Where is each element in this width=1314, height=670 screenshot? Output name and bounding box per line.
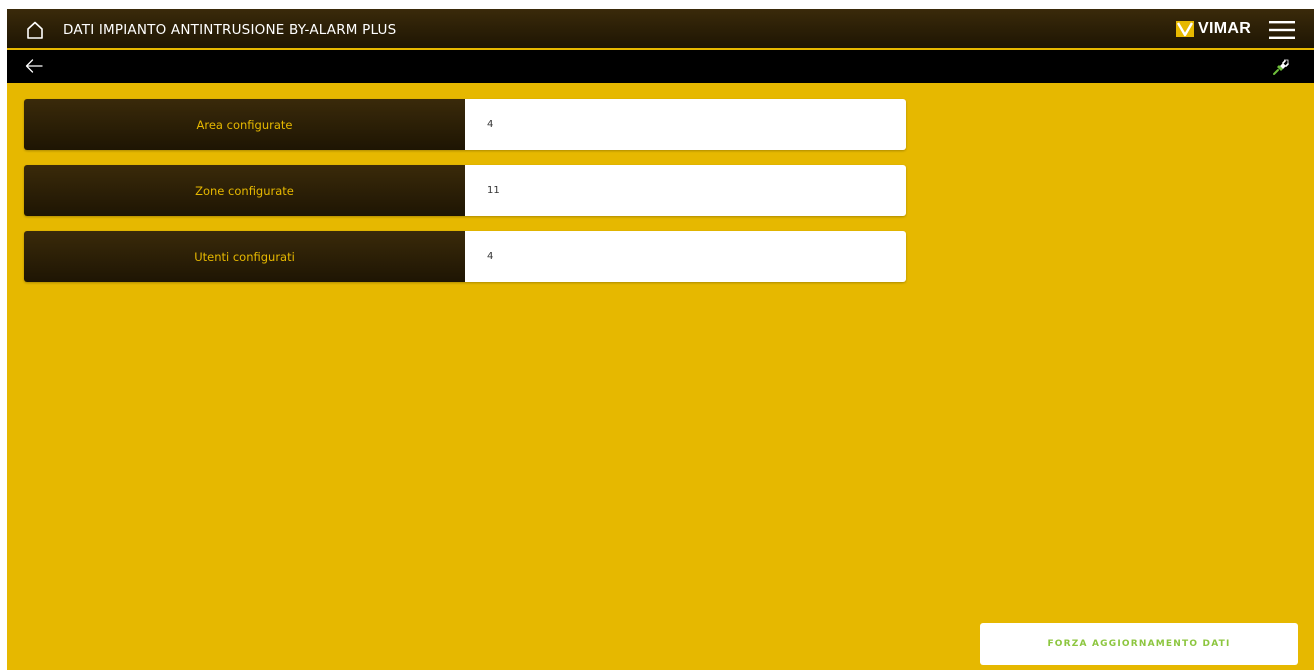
row-area-configurate: Area configurate 4 — [24, 99, 906, 150]
row-value: 4 — [465, 99, 906, 150]
hamburger-menu-icon[interactable] — [1269, 20, 1295, 40]
plug-connected-icon — [1271, 57, 1291, 77]
row-value: 11 — [465, 165, 906, 216]
top-bar: DATI IMPIANTO ANTINTRUSIONE BY-ALARM PLU… — [7, 9, 1314, 50]
row-utenti-configurati: Utenti configurati 4 — [24, 231, 906, 282]
force-update-button[interactable]: FORZA AGGIORNAMENTO DATI — [980, 623, 1298, 665]
sub-bar — [7, 50, 1314, 83]
row-zone-configurate: Zone configurate 11 — [24, 165, 906, 216]
app-window: DATI IMPIANTO ANTINTRUSIONE BY-ALARM PLU… — [7, 9, 1314, 670]
row-label: Zone configurate — [24, 165, 465, 216]
page-title: DATI IMPIANTO ANTINTRUSIONE BY-ALARM PLU… — [63, 22, 397, 38]
arrow-left-icon[interactable] — [25, 58, 43, 74]
brand-name: VIMAR — [1198, 20, 1252, 37]
row-label: Area configurate — [24, 99, 465, 150]
brand-logo: VIMAR — [1176, 19, 1251, 39]
vimar-logo-icon — [1176, 21, 1194, 37]
row-label: Utenti configurati — [24, 231, 465, 282]
row-value: 4 — [465, 231, 906, 282]
home-icon[interactable] — [25, 20, 45, 40]
